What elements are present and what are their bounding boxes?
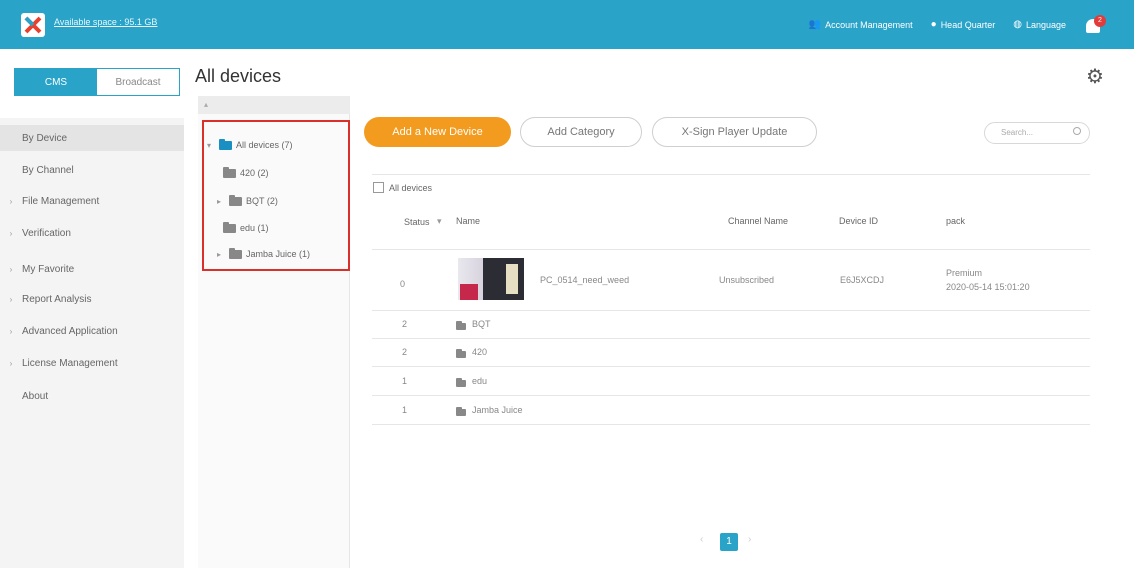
divider xyxy=(372,366,1090,367)
player-update-button[interactable]: X-Sign Player Update xyxy=(652,117,817,147)
group-name[interactable]: BQT xyxy=(472,319,491,329)
device-list-panel: Add a New Device Add Category X-Sign Pla… xyxy=(352,96,1134,568)
sidebar: By Device By Channel › File Management ›… xyxy=(0,118,184,568)
device-thumbnail[interactable] xyxy=(458,258,524,300)
head-quarter-label: Head Quarter xyxy=(940,19,996,30)
chevron-right-icon: › xyxy=(9,358,13,368)
globe-icon: ◍ xyxy=(1013,19,1022,30)
folder-open-icon xyxy=(219,138,232,150)
tree-node-all-devices[interactable]: ▾ All devices (7) xyxy=(207,138,293,150)
group-count: 1 xyxy=(402,405,408,415)
user-icon: ● xyxy=(930,19,937,30)
caret-right-icon: ▸ xyxy=(217,249,222,259)
divider xyxy=(372,395,1090,396)
group-count: 1 xyxy=(402,376,408,386)
users-icon: 👥 xyxy=(808,19,822,30)
caret-down-icon: ▾ xyxy=(207,140,212,150)
sidebar-item-about[interactable]: About xyxy=(0,383,184,409)
device-name[interactable]: PC_0514_need_weed xyxy=(540,275,629,285)
tab-cms[interactable]: CMS xyxy=(15,69,97,95)
folder-icon xyxy=(229,247,242,259)
tree-node-edu[interactable]: edu (1) xyxy=(223,221,269,233)
gear-icon[interactable]: ⚙ xyxy=(1086,64,1104,89)
channel-column-header[interactable]: Channel Name xyxy=(728,216,788,226)
language-selector[interactable]: ◍ Language xyxy=(1013,19,1066,30)
language-label: Language xyxy=(1025,19,1066,30)
chevron-right-icon: › xyxy=(9,196,13,206)
notification-bell-icon[interactable]: 2 xyxy=(1084,14,1106,35)
page-1-button[interactable]: 1 xyxy=(720,533,738,551)
sidebar-item-my-favorite[interactable]: › My Favorite xyxy=(0,256,184,282)
sidebar-item-license-management[interactable]: › License Management xyxy=(0,350,184,376)
chevron-right-icon: › xyxy=(9,326,13,336)
folder-icon xyxy=(229,194,242,206)
folder-icon xyxy=(456,378,466,387)
tree-collapse-handle[interactable]: ▴ xyxy=(198,96,350,114)
xsign-logo-icon[interactable] xyxy=(21,13,45,37)
mode-tabs: CMS Broadcast xyxy=(14,68,180,96)
sidebar-item-advanced-application[interactable]: › Advanced Application xyxy=(0,318,184,344)
sidebar-item-by-channel[interactable]: By Channel xyxy=(0,157,184,183)
divider xyxy=(372,424,1090,425)
pack-column-header[interactable]: pack xyxy=(946,216,965,226)
name-column-header[interactable]: Name xyxy=(456,216,480,226)
search-input[interactable]: Search... xyxy=(984,122,1090,144)
select-all-label: All devices xyxy=(389,183,433,193)
device-id: E6J5XCDJ xyxy=(840,275,885,285)
folder-icon xyxy=(223,166,236,178)
group-name[interactable]: Jamba Juice xyxy=(472,405,523,415)
chevron-right-icon: › xyxy=(9,294,13,304)
tree-node-bqt[interactable]: ▸ BQT (2) xyxy=(217,194,278,206)
search-placeholder: Search... xyxy=(1001,128,1034,137)
device-pack: Premium xyxy=(946,268,983,278)
divider xyxy=(372,174,1090,175)
tree-node-label: edu (1) xyxy=(240,223,269,233)
tree-node-label: Jamba Juice (1) xyxy=(246,249,311,259)
head-quarter-link[interactable]: ● Head Quarter xyxy=(931,19,996,30)
sidebar-item-report-analysis[interactable]: › Report Analysis xyxy=(0,286,184,312)
folder-icon xyxy=(223,221,236,233)
account-management-link[interactable]: 👥 Account Management xyxy=(809,19,913,30)
sort-caret-icon[interactable]: ▾ xyxy=(437,216,442,227)
search-icon xyxy=(1073,127,1081,135)
sidebar-item-file-management[interactable]: › File Management xyxy=(0,188,184,214)
top-bar: Available space : 95.1 GB 👥 Account Mana… xyxy=(0,0,1134,49)
divider xyxy=(372,310,1090,311)
folder-icon xyxy=(456,407,466,416)
tree-node-420[interactable]: 420 (2) xyxy=(223,166,269,178)
device-status: 0 xyxy=(400,279,406,289)
tab-broadcast[interactable]: Broadcast xyxy=(97,69,179,95)
device-channel: Unsubscribed xyxy=(719,275,775,285)
tree-node-label: BQT (2) xyxy=(246,196,278,206)
device-pack-date: 2020-05-14 15:01:20 xyxy=(946,282,1030,292)
tree-node-jamba-juice[interactable]: ▸ Jamba Juice (1) xyxy=(217,247,311,259)
page-title: All devices xyxy=(195,66,282,86)
caret-right-icon: ▸ xyxy=(217,196,222,206)
divider xyxy=(372,249,1090,250)
group-name[interactable]: 420 xyxy=(472,347,487,357)
folder-icon xyxy=(456,349,466,358)
group-count: 2 xyxy=(402,319,408,329)
folder-icon xyxy=(456,321,466,330)
divider xyxy=(372,338,1090,339)
sidebar-item-by-device[interactable]: By Device xyxy=(0,125,184,151)
add-category-button[interactable]: Add Category xyxy=(520,117,642,147)
account-management-label: Account Management xyxy=(825,19,913,30)
sidebar-item-verification[interactable]: › Verification xyxy=(0,220,184,246)
group-name[interactable]: edu xyxy=(472,376,487,386)
tree-node-label: 420 (2) xyxy=(240,168,269,178)
prev-page-icon[interactable]: ‹ xyxy=(700,534,703,545)
select-all-checkbox[interactable] xyxy=(373,182,384,193)
next-page-icon[interactable]: › xyxy=(748,534,751,545)
tree-node-label: All devices (7) xyxy=(236,140,293,150)
group-count: 2 xyxy=(402,347,408,357)
chevron-right-icon: › xyxy=(9,228,13,238)
chevron-right-icon: › xyxy=(9,264,13,274)
add-device-button[interactable]: Add a New Device xyxy=(364,117,511,147)
status-column-header[interactable]: Status xyxy=(404,216,430,229)
notification-badge: 2 xyxy=(1094,14,1106,27)
device-id-column-header[interactable]: Device ID xyxy=(839,216,878,226)
available-space-text: Available space : 95.1 GB xyxy=(54,17,158,27)
